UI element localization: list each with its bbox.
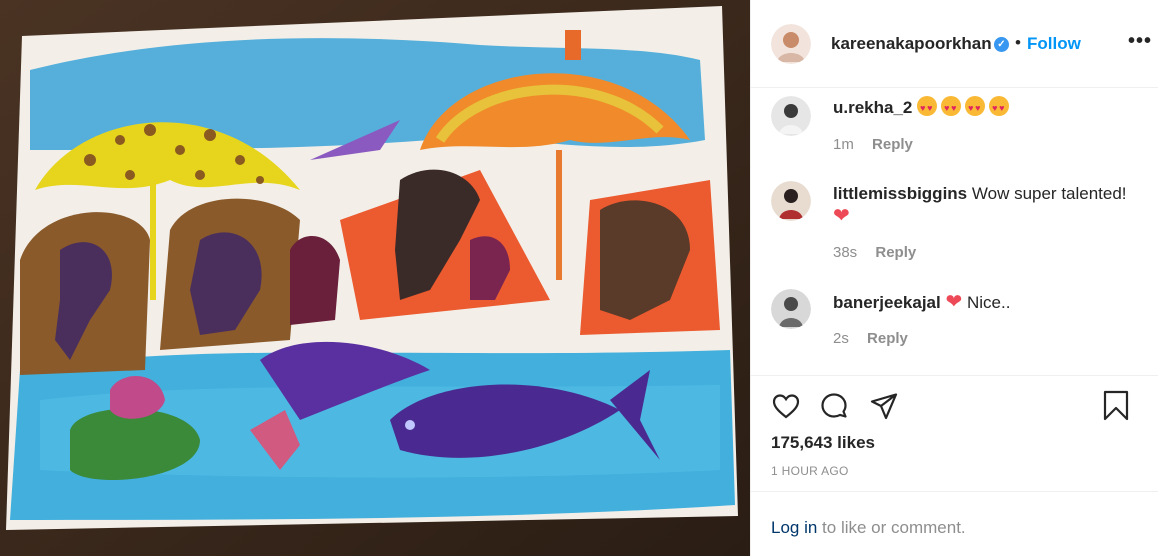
red-heart-emoji-icon: ❤ bbox=[945, 291, 963, 313]
post-header: kareenakapoorkhan ✓ • Follow ••• bbox=[751, 0, 1158, 88]
reply-button[interactable]: Reply bbox=[867, 330, 908, 347]
comment-time: 1m bbox=[833, 136, 854, 153]
heart-eyes-emoji-icon bbox=[989, 96, 1010, 119]
heart-eyes-emoji-icon bbox=[965, 96, 986, 119]
share-icon[interactable] bbox=[869, 391, 899, 426]
reply-button[interactable]: Reply bbox=[875, 244, 916, 261]
login-prompt-text: Log in to like or comment. bbox=[771, 518, 966, 538]
post-side-panel: kareenakapoorkhan ✓ • Follow ••• u.rekha… bbox=[750, 0, 1158, 556]
comment-username[interactable]: littlemissbiggins bbox=[833, 184, 967, 203]
login-rest-text: to like or comment. bbox=[817, 518, 966, 537]
commenter-avatar-image bbox=[771, 289, 811, 329]
instagram-post: kareenakapoorkhan ✓ • Follow ••• u.rekha… bbox=[0, 0, 1158, 556]
comment-body: u.rekha_2 bbox=[833, 96, 1143, 119]
heart-icon[interactable] bbox=[771, 391, 801, 426]
commenter-avatar-image bbox=[771, 181, 811, 221]
heart-eyes-emoji-icon bbox=[917, 96, 938, 119]
post-actions: 175,643 likes 1 HOUR AGO bbox=[751, 375, 1158, 491]
comment-time: 2s bbox=[833, 330, 849, 347]
comment-text: Wow super talented! bbox=[971, 184, 1127, 203]
comment-meta: 2s Reply bbox=[833, 330, 908, 347]
reply-button[interactable]: Reply bbox=[872, 136, 913, 153]
more-options-icon[interactable]: ••• bbox=[1128, 30, 1152, 53]
post-timestamp: 1 HOUR AGO bbox=[771, 464, 849, 478]
header-separator: • bbox=[1015, 33, 1021, 52]
child-painting-illustration bbox=[0, 0, 750, 556]
comment-icon[interactable] bbox=[819, 391, 849, 426]
verified-badge-icon: ✓ bbox=[994, 37, 1009, 52]
comment-body: littlemissbiggins Wow super talented! ❤ bbox=[833, 183, 1143, 228]
commenter-avatar[interactable] bbox=[771, 289, 811, 329]
login-prompt: Log in to like or comment. bbox=[751, 491, 1158, 556]
commenter-avatar[interactable] bbox=[771, 96, 811, 136]
login-link[interactable]: Log in bbox=[771, 518, 817, 537]
author-avatar[interactable] bbox=[771, 24, 811, 64]
comment-meta: 38s Reply bbox=[833, 244, 916, 261]
author-username[interactable]: kareenakapoorkhan bbox=[831, 34, 992, 54]
red-heart-emoji-icon: ❤ bbox=[833, 205, 850, 227]
comment-time: 38s bbox=[833, 244, 858, 261]
comment-username[interactable]: u.rekha_2 bbox=[833, 98, 912, 117]
comment-meta: 1m Reply bbox=[833, 136, 913, 153]
post-image-painting[interactable] bbox=[0, 0, 750, 556]
bookmark-icon[interactable] bbox=[1101, 389, 1131, 426]
author-avatar-image bbox=[771, 24, 811, 64]
like-count[interactable]: 175,643 likes bbox=[771, 433, 875, 453]
commenter-avatar[interactable] bbox=[771, 181, 811, 221]
follow-button[interactable]: Follow bbox=[1027, 34, 1081, 54]
comment-username[interactable]: banerjeekajal bbox=[833, 293, 941, 312]
comment-text: Nice.. bbox=[966, 293, 1011, 312]
heart-eyes-emoji-icon bbox=[941, 96, 962, 119]
comment-body: banerjeekajal ❤ Nice.. bbox=[833, 291, 1143, 314]
commenter-avatar-image bbox=[771, 96, 811, 136]
